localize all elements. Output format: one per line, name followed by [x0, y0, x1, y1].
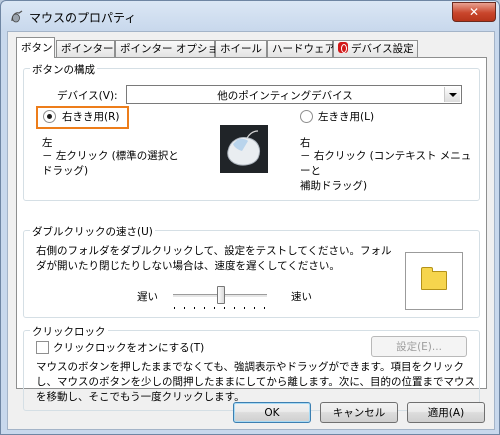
- tab-label: ハードウェア: [272, 43, 335, 55]
- tab-label: ポインター オプション: [120, 43, 229, 55]
- group-title: ボタンの構成: [30, 62, 97, 77]
- tab-wheel[interactable]: ホイール: [215, 40, 267, 57]
- click-lock-group: クリックロック クリックロックをオンにする(T) 設定(E)... マウスのボタ…: [23, 324, 480, 411]
- left-handed-label[interactable]: 左きき用(L): [318, 109, 374, 124]
- button-config-group: ボタンの構成 デバイス(V): 他のポインティングデバイス 右きき用(R) 左き…: [23, 62, 480, 201]
- tab-device-settings[interactable]: デバイス設定: [333, 40, 418, 57]
- folder-icon: [421, 267, 447, 290]
- mouse-icon: [227, 130, 261, 166]
- left-handed-radio[interactable]: [300, 110, 313, 123]
- tab-label: ボタン: [21, 42, 53, 54]
- click-lock-checkbox-label[interactable]: クリックロックをオンにする(T): [53, 340, 204, 355]
- left-button-title: 左: [42, 137, 53, 149]
- tab-label: ポインター: [61, 43, 114, 55]
- click-lock-settings-button[interactable]: 設定(E)...: [371, 336, 467, 357]
- close-button[interactable]: ✕: [452, 2, 496, 22]
- buttons-tab-panel: ボタンの構成 デバイス(V): 他のポインティングデバイス 右きき用(R) 左き…: [16, 57, 487, 411]
- mouse-app-icon: [11, 10, 23, 23]
- click-lock-description: マウスのボタンを押したままでなくても、強調表示やドラッグができます。項目をクリッ…: [36, 361, 476, 403]
- test-folder-area[interactable]: [405, 252, 463, 310]
- tab-label: ホイール: [220, 43, 262, 55]
- speed-slider-thumb[interactable]: [217, 286, 225, 304]
- title-bar: マウスのプロパティ ✕: [1, 1, 499, 31]
- right-button-description: － 右クリック (コンテキスト メニューと 補助ドラッグ): [300, 150, 472, 192]
- right-handed-radio[interactable]: [43, 110, 56, 123]
- cancel-button[interactable]: キャンセル: [320, 402, 398, 423]
- dialog-client: ボタン ポインター ポインター オプション ホイール ハードウェア デバイス設定…: [7, 31, 495, 430]
- right-handed-label[interactable]: 右きき用(R): [62, 109, 120, 124]
- right-button-title: 右: [300, 137, 311, 149]
- double-click-description: 右側のフォルダをダブルクリックして、設定をテストしてください。フォルダが開いたり…: [36, 245, 392, 272]
- tab-buttons[interactable]: ボタン: [16, 37, 55, 58]
- tab-hardware[interactable]: ハードウェア: [267, 40, 335, 57]
- left-button-description: － 左クリック (標準の選択と ドラッグ): [42, 150, 179, 177]
- chevron-down-icon: [444, 87, 460, 102]
- device-value: 他のポインティングデバイス: [217, 90, 353, 102]
- device-dropdown[interactable]: 他のポインティングデバイス: [126, 85, 462, 104]
- click-lock-checkbox[interactable]: [36, 341, 49, 354]
- tab-pointer[interactable]: ポインター: [56, 40, 115, 57]
- fast-label: 速い: [291, 291, 312, 303]
- mouse-image: [220, 125, 268, 173]
- device-settings-icon: [338, 42, 348, 53]
- tab-label: デバイス設定: [351, 43, 414, 55]
- apply-button[interactable]: 適用(A): [407, 402, 485, 423]
- ok-button[interactable]: OK: [233, 402, 311, 423]
- window-title: マウスのプロパティ: [29, 11, 137, 25]
- group-title: クリックロック: [30, 324, 108, 339]
- slow-label: 遅い: [137, 291, 158, 303]
- mouse-properties-window: マウスのプロパティ ✕ ボタン ポインター ポインター オプション ホイール ハ…: [0, 0, 500, 435]
- tab-pointer-options[interactable]: ポインター オプション: [115, 40, 228, 57]
- device-label: デバイス(V):: [57, 90, 118, 102]
- double-click-group: ダブルクリックの速さ(U) 右側のフォルダをダブルクリックして、設定をテストして…: [23, 224, 480, 318]
- group-title: ダブルクリックの速さ(U): [30, 224, 155, 239]
